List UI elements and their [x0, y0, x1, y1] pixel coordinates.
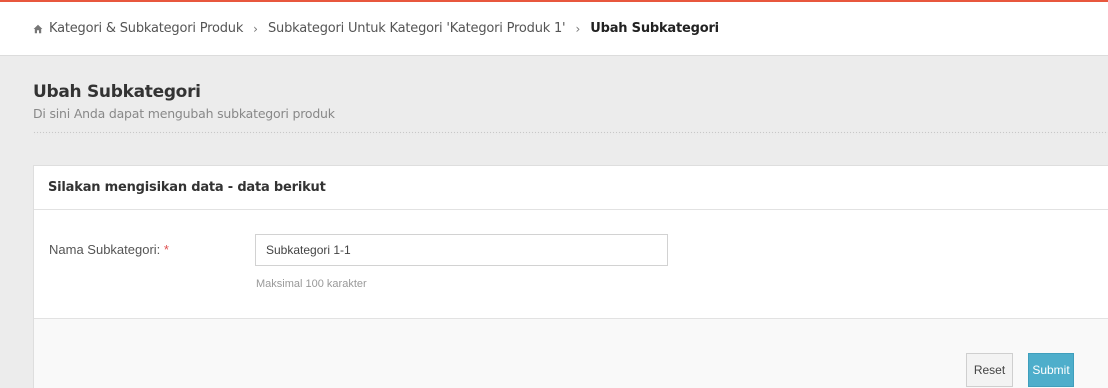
- breadcrumb-separator: ›: [253, 21, 258, 36]
- breadcrumb-item-categories[interactable]: Kategori & Subkategori Produk: [49, 21, 243, 36]
- breadcrumb-item-subcategories[interactable]: Subkategori Untuk Kategori 'Kategori Pro…: [268, 21, 566, 36]
- field-label-text: Nama Subkategori:: [49, 242, 161, 257]
- submit-button[interactable]: Submit: [1028, 353, 1074, 387]
- form-row-subcategory-name: Nama Subkategori: * Maksimal 100 karakte…: [34, 210, 1108, 318]
- home-icon[interactable]: [33, 24, 43, 34]
- breadcrumb-item-current: Ubah Subkategori: [590, 21, 719, 36]
- form-panel: Silakan mengisikan data - data berikut N…: [33, 165, 1108, 388]
- page-subtitle: Di sini Anda dapat mengubah subkategori …: [33, 106, 335, 121]
- breadcrumb: Kategori & Subkategori Produk › Subkateg…: [0, 2, 1108, 56]
- page-header: Ubah Subkategori Di sini Anda dapat meng…: [33, 82, 1108, 121]
- help-text: Maksimal 100 karakter: [256, 278, 367, 290]
- page-title: Ubah Subkategori: [33, 82, 201, 102]
- subcategory-name-label: Nama Subkategori: *: [49, 242, 169, 257]
- panel-heading: Silakan mengisikan data - data berikut: [34, 166, 1108, 210]
- form-actions: Reset Submit: [34, 318, 1108, 388]
- reset-button[interactable]: Reset: [966, 353, 1013, 387]
- subcategory-name-input[interactable]: [255, 234, 668, 266]
- required-mark: *: [163, 242, 169, 257]
- breadcrumb-separator: ›: [575, 21, 581, 36]
- dotted-divider: [33, 131, 1108, 135]
